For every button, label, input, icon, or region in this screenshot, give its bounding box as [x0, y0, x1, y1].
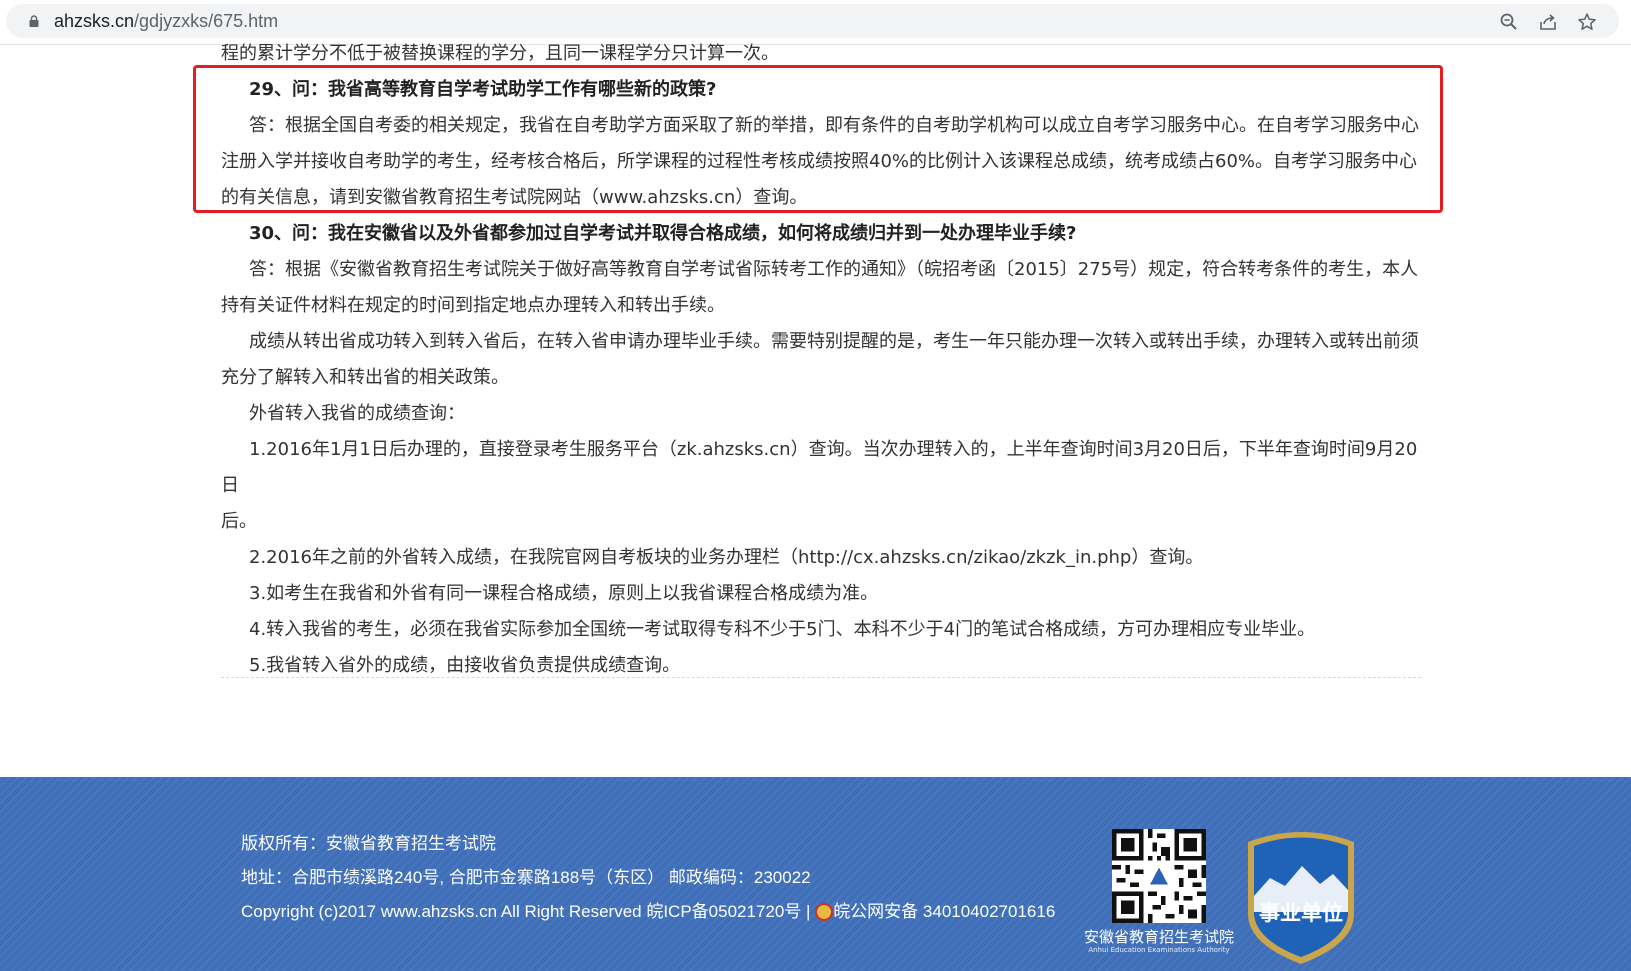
- url-text[interactable]: ahzsks.cn/gdjyzxks/675.htm: [54, 11, 278, 31]
- answer-30-p2-line-2: 充分了解转入和转出省的相关政策。: [221, 367, 509, 388]
- footer-copyright-text: Copyright (c)2017 www.ahzsks.cn All Righ…: [241, 902, 811, 921]
- list-item-1-line-2: 后。: [221, 511, 257, 532]
- qr-caption: 安徽省教育招生考试院: [1083, 928, 1234, 946]
- content-divider: [221, 677, 1421, 678]
- public-institution-badge[interactable]: [1240, 826, 1362, 966]
- answer-30-p1-line-2: 持有关证件材料在规定的时间到指定地点办理转入和转出手续。: [221, 295, 725, 316]
- footer-police-record[interactable]: 皖公网安备 34010402701616: [833, 902, 1055, 921]
- share-icon[interactable]: [1538, 12, 1558, 32]
- star-icon[interactable]: [1577, 12, 1597, 32]
- list-item-2: 2.2016年之前的外省转入成绩，在我院官网自考板块的业务办理栏（http://…: [249, 547, 1204, 568]
- zoom-icon[interactable]: [1499, 12, 1519, 32]
- footer-copyright-line: Copyright (c)2017 www.ahzsks.cn All Righ…: [241, 897, 1055, 922]
- answer-30-p2-line-1: 成绩从转出省成功转入到转入省后，在转入省申请办理毕业手续。需要特别提醒的是，考生…: [249, 331, 1419, 352]
- omnibox[interactable]: ahzsks.cn/gdjyzxks/675.htm: [6, 4, 1619, 38]
- list-item-4: 4.转入我省的考生，必须在我省实际参加全国统一考试取得专科不少于5门、本科不少于…: [249, 619, 1316, 640]
- footer-address: 地址：合肥市绩溪路240号, 合肥市金寨路188号（东区） 邮政编码：23002…: [241, 868, 811, 887]
- url-domain: ahzsks.cn: [54, 11, 135, 31]
- qr-caption-english: Anhui Education Examinations Authority: [1088, 946, 1230, 954]
- answer-30-p3: 外省转入我省的成绩查询：: [249, 403, 465, 424]
- footer-copyright-owner: 版权所有：安徽省教育招生考试院: [241, 834, 496, 853]
- list-item-3: 3.如考生在我省和外省有同一课程合格成绩，原则上以我省课程合格成绩为准。: [249, 583, 879, 604]
- highlight-box: [193, 65, 1443, 213]
- list-item-1-line-1: 1.2016年1月1日后办理的，直接登录考生服务平台（zk.ahzsks.cn）…: [221, 439, 1418, 496]
- badge-label: 事业单位: [1259, 901, 1343, 925]
- qr-code-image: [1112, 829, 1206, 923]
- question-30-title: 30、问：我在安徽省以及外省都参加过自学考试并取得合格成绩，如何将成绩归并到一处…: [249, 223, 1077, 244]
- police-emblem-icon: [815, 903, 834, 921]
- lock-icon[interactable]: [28, 15, 40, 27]
- answer-30-p1-line-1: 答：根据《安徽省教育招生考试院关于做好高等教育自学考试省际转考工作的通知》（皖招…: [249, 259, 1419, 280]
- list-item-5: 5.我省转入省外的成绩，由接收省负责提供成绩查询。: [249, 655, 681, 676]
- url-path: /gdjyzxks/675.htm: [134, 11, 279, 31]
